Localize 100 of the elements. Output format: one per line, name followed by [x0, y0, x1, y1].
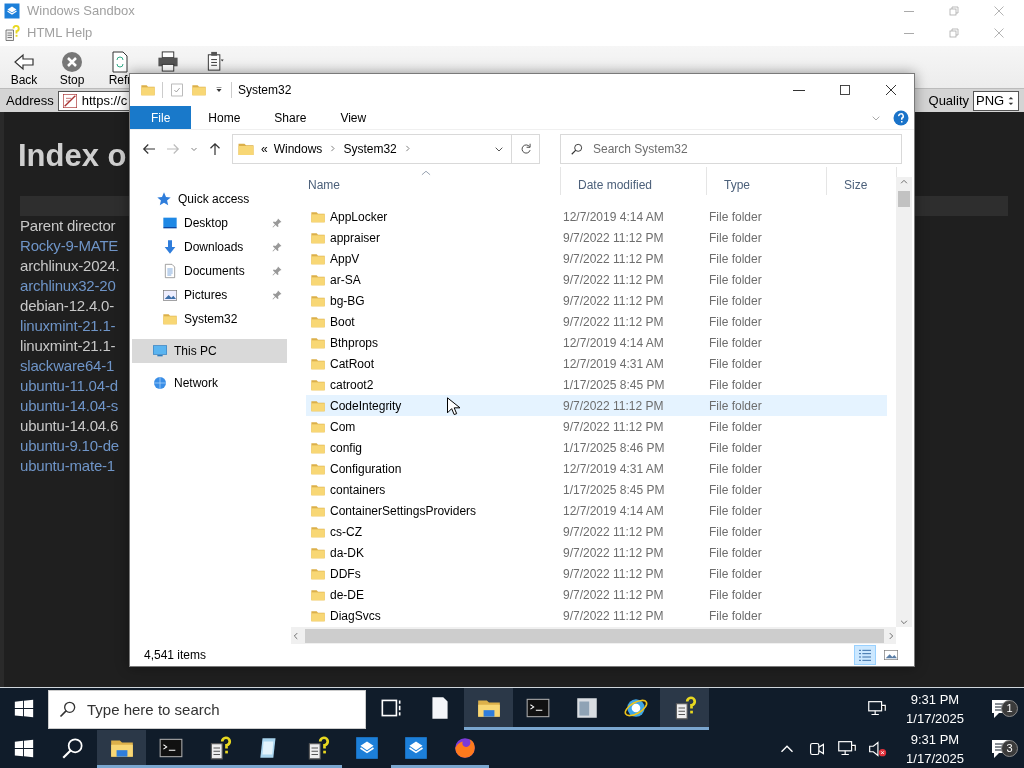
- monitor-icon: [162, 215, 178, 231]
- file-row[interactable]: AppLocker 12/7/2019 4:14 AM File folder: [306, 206, 887, 227]
- notification-button[interactable]: 3: [978, 737, 1024, 761]
- nav-item[interactable]: Quick access: [132, 187, 287, 211]
- muted-speaker-icon[interactable]: [866, 738, 888, 760]
- help-icon[interactable]: [892, 108, 910, 127]
- toolbar-button[interactable]: Stop: [48, 46, 96, 88]
- scrollbar-thumb[interactable]: [898, 191, 910, 207]
- file-row[interactable]: bg-BG 9/7/2022 11:12 PM File folder: [306, 290, 887, 311]
- toolbar-button[interactable]: Refr: [96, 46, 144, 88]
- network-icon: [152, 375, 168, 391]
- file-link[interactable]: debian-12.4.0-: [20, 296, 114, 316]
- nav-item[interactable]: Network: [132, 371, 287, 395]
- file-link[interactable]: slackware64-1: [20, 356, 115, 376]
- file-row[interactable]: cs-CZ 9/7/2022 11:12 PM File folder: [306, 521, 887, 542]
- clock[interactable]: 9:31 PM 1/17/2025: [900, 690, 970, 728]
- file-row[interactable]: catroot2 1/17/2025 8:45 PM File folder: [306, 374, 887, 395]
- star-icon: [156, 191, 172, 207]
- page-heading: Index o: [18, 138, 127, 174]
- help-icon: [3, 24, 21, 42]
- windows-logo-icon: [13, 738, 35, 760]
- nav-item[interactable]: Documents: [132, 259, 287, 283]
- file-link[interactable]: ubuntu-14.04.6: [20, 416, 119, 436]
- file-link[interactable]: ubuntu-mate-1: [20, 456, 115, 476]
- scrollbar-thumb[interactable]: [305, 628, 884, 643]
- taskbar-button[interactable]: [660, 688, 709, 730]
- file-row[interactable]: Bthprops 12/7/2019 4:14 AM File folder: [306, 332, 887, 353]
- refresh-button[interactable]: [512, 133, 540, 164]
- file-link[interactable]: Rocky-9-MATE: [20, 236, 119, 256]
- file-link[interactable]: Parent director: [20, 216, 116, 236]
- file-link[interactable]: linuxmint-21.1-: [20, 336, 116, 356]
- horizontal-scrollbar[interactable]: [291, 627, 896, 644]
- minimize-icon: [903, 32, 914, 34]
- file-row[interactable]: Boot 9/7/2022 11:12 PM File folder: [306, 311, 887, 332]
- sandbox-icon: [402, 734, 429, 761]
- quality-label: Quality: [928, 91, 969, 110]
- file-row[interactable]: CatRoot 12/7/2019 4:31 AM File folder: [306, 353, 887, 374]
- ribbon-tab[interactable]: View: [323, 106, 384, 129]
- view-button[interactable]: [854, 645, 876, 665]
- vertical-scrollbar[interactable]: [896, 177, 912, 627]
- toolbar-button[interactable]: Back: [0, 46, 48, 88]
- address-bar[interactable]: « Windows System32: [232, 133, 512, 164]
- file-link[interactable]: archlinux32-20: [20, 276, 116, 296]
- window-title: HTML Help: [27, 24, 93, 43]
- search-field[interactable]: Type here to search: [48, 689, 366, 729]
- breadcrumb[interactable]: Windows: [273, 139, 323, 158]
- nav-item[interactable]: System32: [132, 307, 287, 331]
- nav-item[interactable]: This PC: [132, 339, 287, 363]
- refresh-icon: [518, 141, 533, 156]
- minimize-icon: [903, 10, 914, 12]
- search-icon: [58, 699, 78, 719]
- quality-spinner[interactable]: PNG: [973, 90, 1019, 111]
- nav-item[interactable]: Desktop: [132, 211, 287, 235]
- file-link[interactable]: archlinux-2024.: [20, 256, 120, 276]
- window-title: System32: [238, 82, 292, 99]
- sandbox-icon: [353, 734, 380, 761]
- column-header[interactable]: Type: [707, 167, 827, 195]
- overflow-chevron[interactable]: «: [261, 139, 268, 158]
- notification-button[interactable]: 1: [978, 697, 1024, 721]
- file-row[interactable]: containers 1/17/2025 8:45 PM File folder: [306, 479, 887, 500]
- file-row[interactable]: da-DK 9/7/2022 11:12 PM File folder: [306, 542, 887, 563]
- search-icon: [570, 141, 584, 156]
- file-row[interactable]: de-DE 9/7/2022 11:12 PM File folder: [306, 584, 887, 605]
- nav-item[interactable]: Downloads: [132, 235, 287, 259]
- address-field[interactable]: https://c: [57, 90, 130, 111]
- window-title: Windows Sandbox: [27, 2, 135, 21]
- computer-icon: [152, 343, 168, 359]
- file-row[interactable]: ar-SA 9/7/2022 11:12 PM File folder: [306, 269, 887, 290]
- file-row[interactable]: ContainerSettingsProviders 12/7/2019 4:14 AM File folder: [306, 500, 887, 521]
- file-link[interactable]: linuxmint-21.1-: [20, 316, 116, 336]
- file-row[interactable]: DDFs 9/7/2022 11:12 PM File folder: [306, 563, 887, 584]
- file-row[interactable]: appraiser 9/7/2022 11:12 PM File folder: [306, 227, 887, 248]
- document-icon: [162, 263, 178, 279]
- ribbon-tab[interactable]: File: [130, 106, 192, 129]
- file-row[interactable]: Configuration 12/7/2019 4:31 AM File folder: [306, 458, 887, 479]
- file-row[interactable]: Com 9/7/2022 11:12 PM File folder: [306, 416, 887, 437]
- windows-logo-icon: [13, 698, 35, 720]
- clock[interactable]: 9:31 PM 1/17/2025: [900, 730, 970, 768]
- column-header[interactable]: Date modified: [561, 167, 707, 195]
- page-icon: [61, 92, 78, 109]
- stop-icon: [60, 50, 84, 74]
- file-link[interactable]: ubuntu-9.10-de: [20, 436, 119, 456]
- file-row[interactable]: DiagSvcs 9/7/2022 11:12 PM File folder: [306, 605, 887, 626]
- picture-icon: [883, 647, 899, 663]
- picture-icon: [162, 287, 178, 303]
- file-link[interactable]: ubuntu-14.04-s: [20, 396, 119, 416]
- file-row[interactable]: AppV 9/7/2022 11:12 PM File folder: [306, 248, 887, 269]
- ribbon-tab[interactable]: Home: [191, 106, 258, 129]
- search-field[interactable]: Search System32: [560, 133, 902, 164]
- file-link[interactable]: ubuntu-11.04-d: [20, 376, 118, 396]
- address-label: Address: [5, 91, 55, 110]
- nav-item[interactable]: Pictures: [132, 283, 287, 307]
- column-header[interactable]: Name: [291, 167, 561, 195]
- ribbon-tab[interactable]: Share: [257, 106, 324, 129]
- breadcrumb[interactable]: System32: [343, 139, 397, 158]
- taskbar-button[interactable]: [97, 730, 146, 768]
- file-row[interactable]: config 1/17/2025 8:46 PM File folder: [306, 437, 887, 458]
- taskbar-button[interactable]: [464, 688, 513, 730]
- file-row[interactable]: CodeIntegrity 9/7/2022 11:12 PM File folder: [306, 395, 887, 416]
- download-arrow-icon: [162, 239, 178, 255]
